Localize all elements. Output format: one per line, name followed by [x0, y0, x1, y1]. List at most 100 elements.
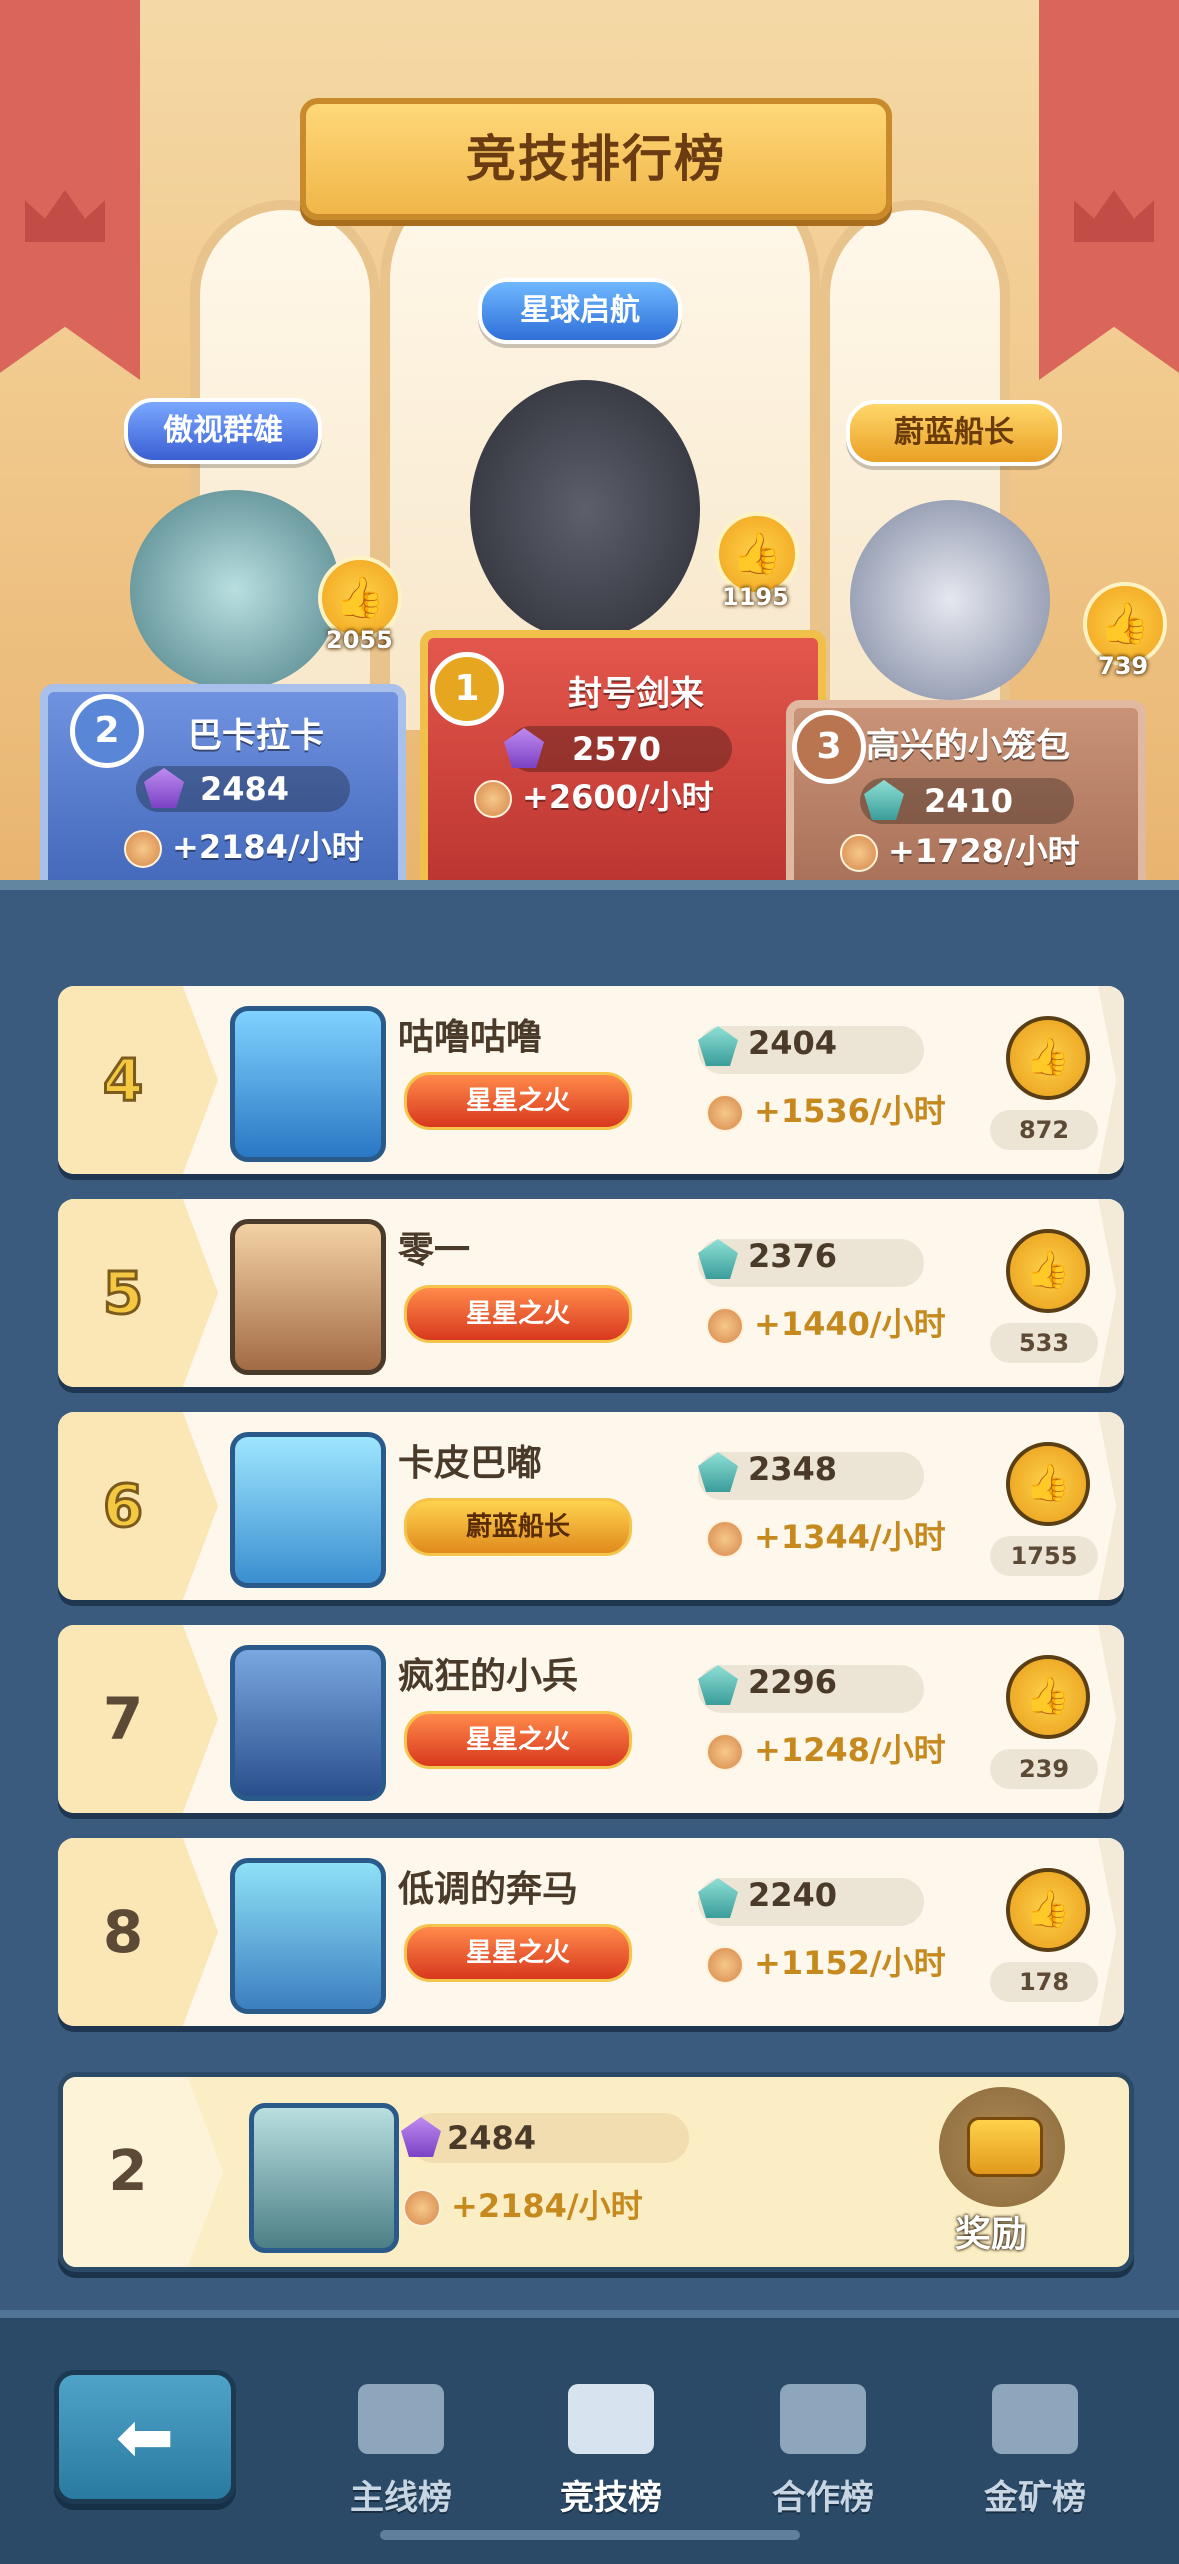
podium-icon — [568, 2384, 654, 2454]
rank-number: 4 — [101, 1045, 144, 1116]
thumbs-up-icon: 👍 — [1025, 1250, 1071, 1291]
like-count: 533 — [990, 1323, 1098, 1363]
first-like-count: 1195 — [722, 583, 789, 611]
coin-icon — [474, 780, 512, 818]
rank-number: 8 — [102, 1898, 144, 1966]
reward-label: 奖励 — [955, 2214, 1028, 2255]
coin-icon — [706, 1946, 744, 1984]
third-title-tag: 蔚蓝船长 — [846, 400, 1062, 466]
coin-icon — [840, 834, 878, 872]
coin-icon — [706, 1307, 744, 1345]
rank-3-medal: 3 — [792, 710, 866, 784]
coin-icon — [706, 1520, 744, 1558]
player-name: 低调的奔马 — [398, 1869, 579, 1910]
third-player-name: 高兴的小笼包 — [866, 726, 1070, 766]
title-badge: 星星之火 — [404, 1072, 632, 1130]
rank-1-medal: 1 — [430, 652, 504, 726]
like-count: 872 — [990, 1110, 1098, 1150]
my-rank-row: 2 2484 +2184/小时 奖励 — [58, 2072, 1134, 2272]
minecart-icon — [992, 2384, 1078, 2454]
player-avatar[interactable] — [230, 1858, 386, 2014]
back-button[interactable]: ⬅ — [54, 2370, 236, 2504]
my-avatar[interactable] — [249, 2103, 399, 2253]
tab-label: 竞技榜 — [560, 2478, 662, 2518]
rate-value: +1152/小时 — [706, 1938, 946, 1984]
third-player-avatar[interactable] — [850, 500, 1050, 700]
thumbs-up-icon: 👍 — [1025, 1463, 1071, 1504]
like-button[interactable]: 👍 — [1006, 1229, 1090, 1313]
ranking-row[interactable]: 7 疯狂的小兵 星星之火 2296 +1248/小时 👍 239 — [58, 1625, 1124, 1813]
tab-goldmine-ranking[interactable]: 金矿榜 — [960, 2384, 1110, 2534]
coin-icon — [403, 2189, 441, 2227]
second-title-tag: 傲视群雄 — [124, 398, 322, 464]
row-edge — [1098, 1838, 1124, 2026]
second-player-name: 巴卡拉卡 — [188, 716, 324, 756]
power-value: 2296 — [748, 1663, 838, 1701]
tab-label: 合作榜 — [772, 2478, 874, 2518]
power-value: 2348 — [748, 1450, 838, 1488]
treasure-chest-icon — [967, 2117, 1043, 2177]
thumbs-up-icon: 👍 — [1025, 1676, 1071, 1717]
page-title: 竞技排行榜 — [466, 130, 726, 188]
thumbs-up-icon: 👍 — [1025, 1037, 1071, 1078]
ranking-row[interactable]: 8 低调的奔马 星星之火 2240 +1152/小时 👍 178 — [58, 1838, 1124, 2026]
like-button[interactable]: 👍 — [1006, 1868, 1090, 1952]
ranking-row[interactable]: 5 零一 星星之火 2376 +1440/小时 👍 533 — [58, 1199, 1124, 1387]
player-avatar[interactable] — [230, 1432, 386, 1588]
rate-value: +1344/小时 — [706, 1512, 946, 1558]
left-banner — [0, 0, 140, 380]
first-player-name: 封号剑来 — [568, 674, 704, 714]
like-count: 178 — [990, 1962, 1098, 2002]
player-avatar[interactable] — [230, 1219, 386, 1375]
home-indicator — [380, 2530, 800, 2540]
second-player-avatar[interactable] — [130, 490, 340, 690]
crown-icon — [1074, 190, 1154, 242]
second-rate: +2184/小时 — [124, 822, 364, 868]
player-avatar[interactable] — [230, 1645, 386, 1801]
podium-hall: 竞技排行榜 星球启航 👍 1195 傲视群雄 👍 2055 蔚蓝船长 👍 739… — [0, 0, 1179, 900]
first-rate: +2600/小时 — [474, 772, 714, 818]
row-edge — [1098, 1625, 1124, 1813]
tab-arena-ranking[interactable]: 竞技榜 — [536, 2384, 686, 2534]
tab-coop-ranking[interactable]: 合作榜 — [748, 2384, 898, 2534]
like-count: 1755 — [990, 1536, 1098, 1576]
rate-value: +1248/小时 — [706, 1725, 946, 1771]
title-ribbon: 竞技排行榜 — [300, 98, 892, 220]
ranking-row[interactable]: 6 卡皮巴嘟 蔚蓝船长 2348 +1344/小时 👍 1755 — [58, 1412, 1124, 1600]
like-button[interactable]: 👍 — [1006, 1442, 1090, 1526]
my-power: 2484 — [447, 2119, 537, 2157]
player-name: 卡皮巴嘟 — [398, 1443, 543, 1484]
handshake-icon — [780, 2384, 866, 2454]
coin-icon — [124, 830, 162, 868]
thumbs-up-icon: 👍 — [1025, 1889, 1071, 1930]
right-banner — [1039, 0, 1179, 380]
tab-main-ranking[interactable]: 主线榜 — [326, 2384, 476, 2534]
first-player-avatar[interactable] — [470, 380, 700, 640]
ranking-row[interactable]: 4 咕噜咕噜 星星之火 2404 +1536/小时 👍 872 — [58, 986, 1124, 1174]
like-count: 239 — [990, 1749, 1098, 1789]
player-name: 疯狂的小兵 — [398, 1656, 579, 1697]
my-rate: +2184/小时 — [403, 2181, 643, 2227]
arrow-left-icon: ⬅ — [115, 2396, 175, 2478]
player-avatar[interactable] — [230, 1006, 386, 1162]
reward-button[interactable] — [939, 2087, 1065, 2207]
title-badge: 星星之火 — [404, 1285, 632, 1343]
player-name: 咕噜咕噜 — [398, 1017, 543, 1058]
title-badge: 星星之火 — [404, 1924, 632, 1982]
crown-icon — [25, 190, 105, 242]
rate-value: +1440/小时 — [706, 1299, 946, 1345]
third-like-count: 739 — [1098, 652, 1149, 680]
player-name: 零一 — [398, 1230, 471, 1271]
power-value: 2376 — [748, 1237, 838, 1275]
power-value: 2240 — [748, 1876, 838, 1914]
rank-number: 6 — [101, 1471, 144, 1542]
my-rank-number: 2 — [108, 2139, 148, 2204]
title-badge: 星星之火 — [404, 1711, 632, 1769]
third-rate: +1728/小时 — [840, 826, 1080, 872]
first-title-tag: 星球启航 — [478, 278, 682, 344]
bottom-nav: ⬅ 主线榜 竞技榜 合作榜 金矿榜 — [0, 2310, 1179, 2564]
tab-label: 金矿榜 — [984, 2478, 1086, 2518]
title-badge: 蔚蓝船长 — [404, 1498, 632, 1556]
like-button[interactable]: 👍 — [1006, 1655, 1090, 1739]
like-button[interactable]: 👍 — [1006, 1016, 1090, 1100]
